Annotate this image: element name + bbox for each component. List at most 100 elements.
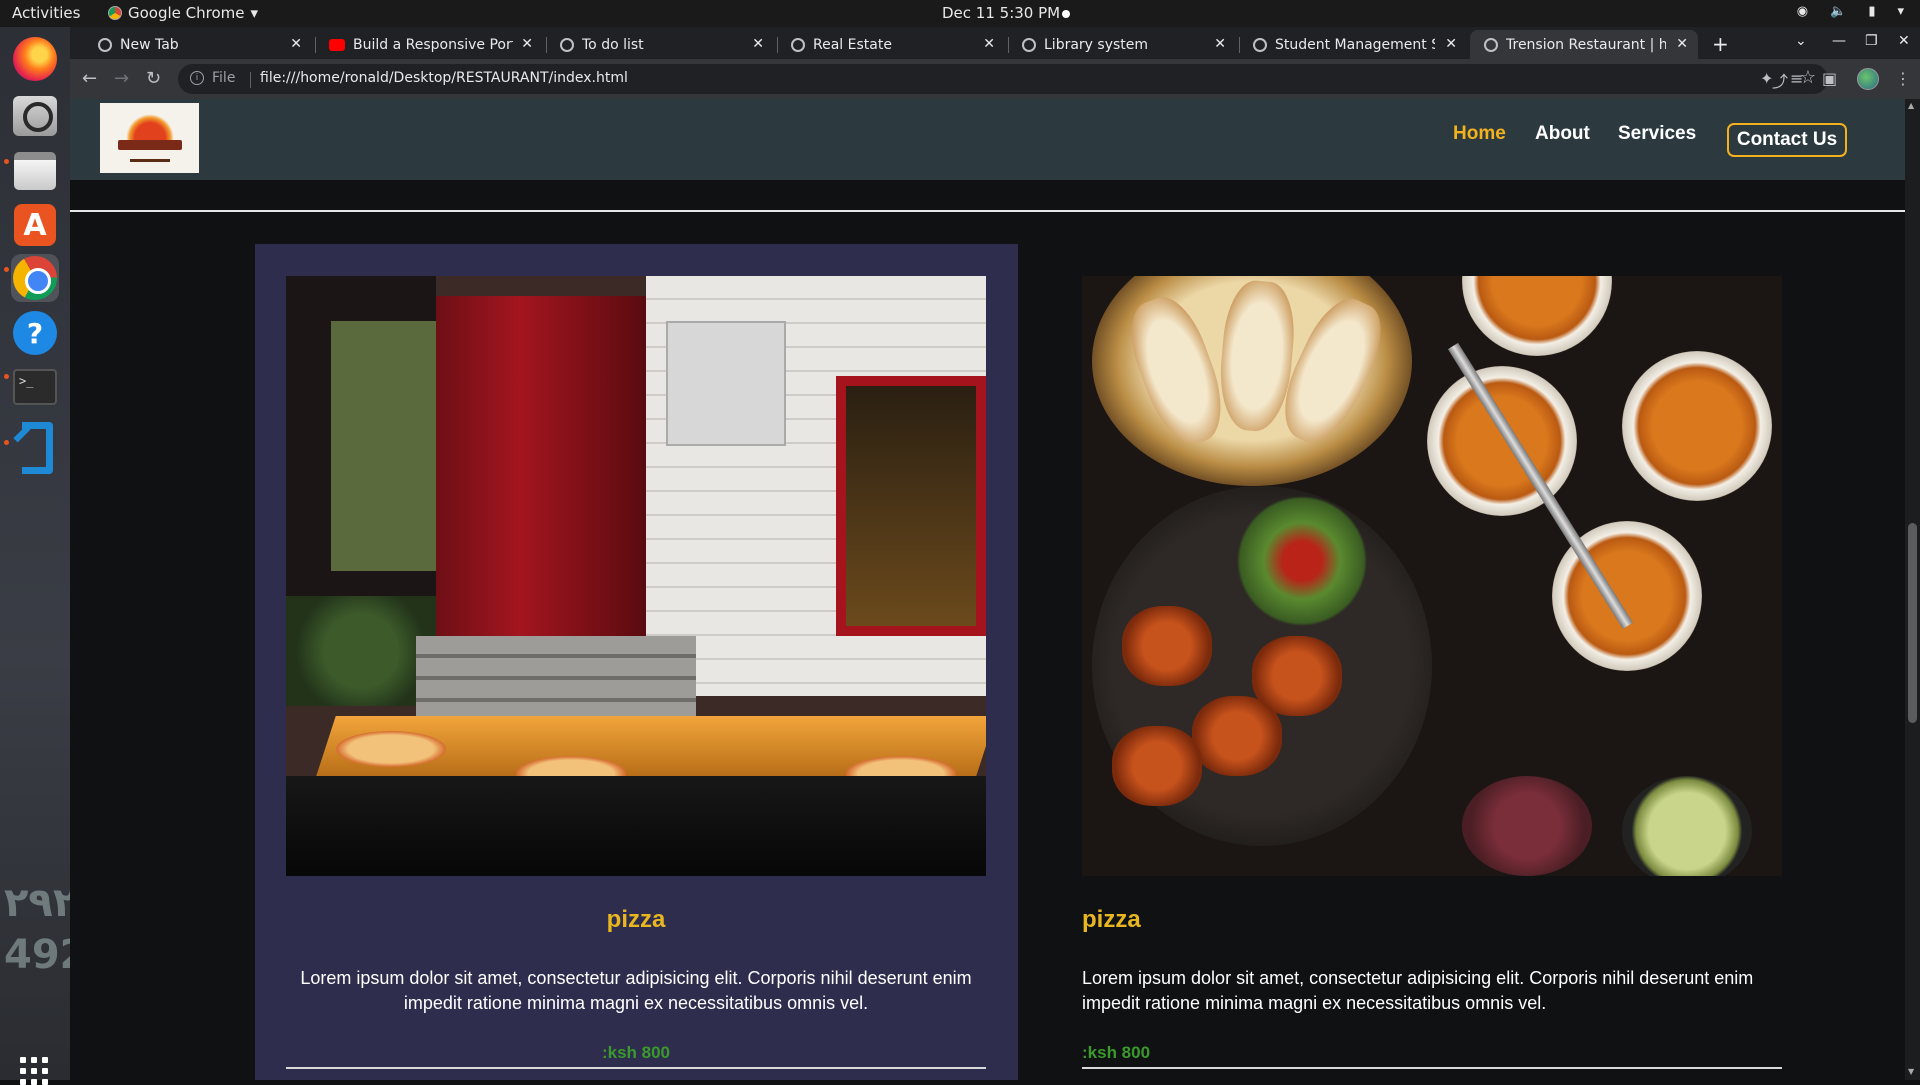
dock-help[interactable]: ? (11, 309, 59, 357)
app-menu-label: Google Chrome (128, 4, 245, 22)
system-tray[interactable]: ◉ 🔈 ▮ ▾ (1797, 4, 1904, 19)
card-title: pizza (1082, 906, 1141, 933)
close-icon[interactable]: ✕ (983, 36, 995, 52)
system-top-bar: Activities Google Chrome ▾ Dec 11 5:30 P… (0, 0, 1920, 27)
chevron-down-icon[interactable]: ▾ (1897, 4, 1904, 19)
dock-vscode[interactable] (11, 417, 59, 465)
tab-todo[interactable]: To do list ✕ (546, 30, 774, 59)
new-tab-plus-icon[interactable]: + (1712, 32, 1729, 56)
close-icon[interactable]: ✕ (1676, 36, 1688, 52)
info-icon[interactable]: i (190, 71, 204, 85)
battery-icon[interactable]: ▮ (1868, 4, 1875, 19)
tab-search-chevron-icon[interactable]: ⌄ (1795, 33, 1807, 49)
share-icon[interactable]: ⤴ (1772, 68, 1788, 92)
running-indicator (4, 374, 9, 379)
clock[interactable]: Dec 11 5:30 PM (942, 4, 1060, 22)
reading-list-icon[interactable]: ≡ (1790, 69, 1803, 88)
globe-icon (1022, 37, 1036, 52)
youtube-icon (329, 38, 345, 51)
contact-us-button[interactable]: Contact Us (1727, 123, 1847, 157)
tab-real-estate[interactable]: Real Estate ✕ (777, 30, 1005, 59)
card-description: Lorem ipsum dolor sit amet, consectetur … (1082, 968, 1754, 1013)
tab-new-tab[interactable]: New Tab ✕ (84, 30, 312, 59)
extensions-puzzle-icon[interactable]: ✦ (1760, 69, 1773, 88)
page-scrollbar[interactable]: ▲ ▼ (1905, 99, 1920, 1080)
running-indicator (4, 159, 9, 164)
address-bar[interactable]: i File file:///home/ronald/Desktop/RESTA… (178, 64, 1828, 94)
close-icon[interactable]: ✕ (290, 36, 302, 52)
app-grid-icon[interactable] (20, 1057, 48, 1085)
forward-arrow-icon[interactable]: → (114, 68, 129, 89)
tab-restaurant[interactable]: Trension Restaurant | ho ✕ (1470, 30, 1698, 59)
close-icon[interactable]: ✕ (521, 36, 533, 52)
globe-icon (1253, 37, 1267, 52)
card-price: :ksh 800 (1082, 1043, 1151, 1062)
dock: ٢٩٢ 492 A ? >_ (0, 27, 88, 1085)
page-viewport: Home About Services Contact Us pizza Lor… (70, 99, 1920, 1080)
running-indicator (4, 440, 9, 445)
tab-title: Library system (1044, 36, 1149, 53)
restaurant-exterior-image (286, 276, 986, 876)
side-panel-icon[interactable]: ▣ (1822, 69, 1837, 88)
terminal-icon: >_ (13, 369, 57, 405)
chrome-icon (13, 256, 57, 300)
profile-avatar[interactable] (1857, 68, 1879, 90)
notification-dot-icon (1062, 10, 1070, 18)
dock-chrome[interactable] (11, 254, 59, 302)
close-window-icon[interactable]: ✕ (1898, 33, 1910, 49)
chrome-icon (108, 6, 122, 20)
tab-library[interactable]: Library system ✕ (1008, 30, 1236, 59)
tab-student[interactable]: Student Management Sy ✕ (1239, 30, 1467, 59)
more-menu-icon[interactable]: ⋮ (1895, 69, 1911, 88)
dock-magnifier[interactable] (11, 92, 59, 140)
food-spread-image (1082, 276, 1782, 876)
tab-title: Real Estate (813, 36, 892, 53)
dock-files[interactable] (11, 147, 59, 195)
chevron-down-icon: ▾ (250, 4, 259, 22)
tab-title: Build a Responsive Portf (353, 36, 513, 53)
help-icon: ? (13, 311, 57, 355)
tab-strip: New Tab ✕ Build a Responsive Portf ✕ To … (70, 27, 1920, 59)
close-icon[interactable]: ✕ (752, 36, 764, 52)
restaurant-logo[interactable] (100, 103, 199, 173)
scroll-up-icon[interactable]: ▲ (1908, 101, 1914, 110)
close-icon[interactable]: ✕ (1214, 36, 1226, 52)
browser-toolbar: ← → ↻ i File file:///home/ronald/Desktop… (70, 59, 1920, 99)
software-store-icon: A (14, 204, 56, 246)
app-menu[interactable]: Google Chrome ▾ (108, 4, 258, 22)
tab-title: Student Management Sy (1275, 36, 1435, 53)
close-icon[interactable]: ✕ (1445, 36, 1457, 52)
nav-about[interactable]: About (1535, 123, 1590, 145)
crossed-utensils-icon (129, 148, 170, 162)
chat-icon[interactable]: ◉ (1797, 4, 1808, 19)
restore-icon[interactable]: ❐ (1865, 33, 1878, 49)
url-text[interactable]: file:///home/ronald/Desktop/RESTAURANT/i… (260, 70, 628, 86)
card-divider (286, 1067, 986, 1069)
globe-icon (560, 37, 574, 52)
nav-services[interactable]: Services (1618, 123, 1696, 145)
dock-firefox[interactable] (11, 35, 59, 83)
reload-icon[interactable]: ↻ (146, 68, 161, 89)
firefox-icon (13, 37, 57, 81)
dock-terminal[interactable]: >_ (11, 363, 59, 411)
tab-title: Trension Restaurant | ho (1506, 36, 1666, 53)
site-header: Home About Services Contact Us (70, 99, 1905, 180)
activities-button[interactable]: Activities (12, 4, 80, 22)
vscode-icon (14, 420, 56, 462)
tab-portfolio[interactable]: Build a Responsive Portf ✕ (315, 30, 543, 59)
volume-icon[interactable]: 🔈 (1830, 4, 1846, 19)
scroll-down-icon[interactable]: ▼ (1908, 1067, 1914, 1076)
globe-icon (98, 37, 112, 52)
scrollbar-thumb[interactable] (1908, 523, 1917, 723)
back-arrow-icon[interactable]: ← (82, 68, 97, 89)
section-divider (70, 210, 1905, 212)
wallpaper-plate: ٢٩٢ 492 (4, 880, 88, 978)
minimize-icon[interactable]: — (1832, 33, 1846, 49)
card-price: :ksh 800 (601, 1043, 671, 1062)
globe-icon (1484, 37, 1498, 52)
globe-icon (791, 37, 805, 52)
tab-title: New Tab (120, 36, 179, 53)
card-divider (1082, 1067, 1782, 1069)
nav-home[interactable]: Home (1453, 123, 1506, 145)
dock-software-store[interactable]: A (11, 201, 59, 249)
